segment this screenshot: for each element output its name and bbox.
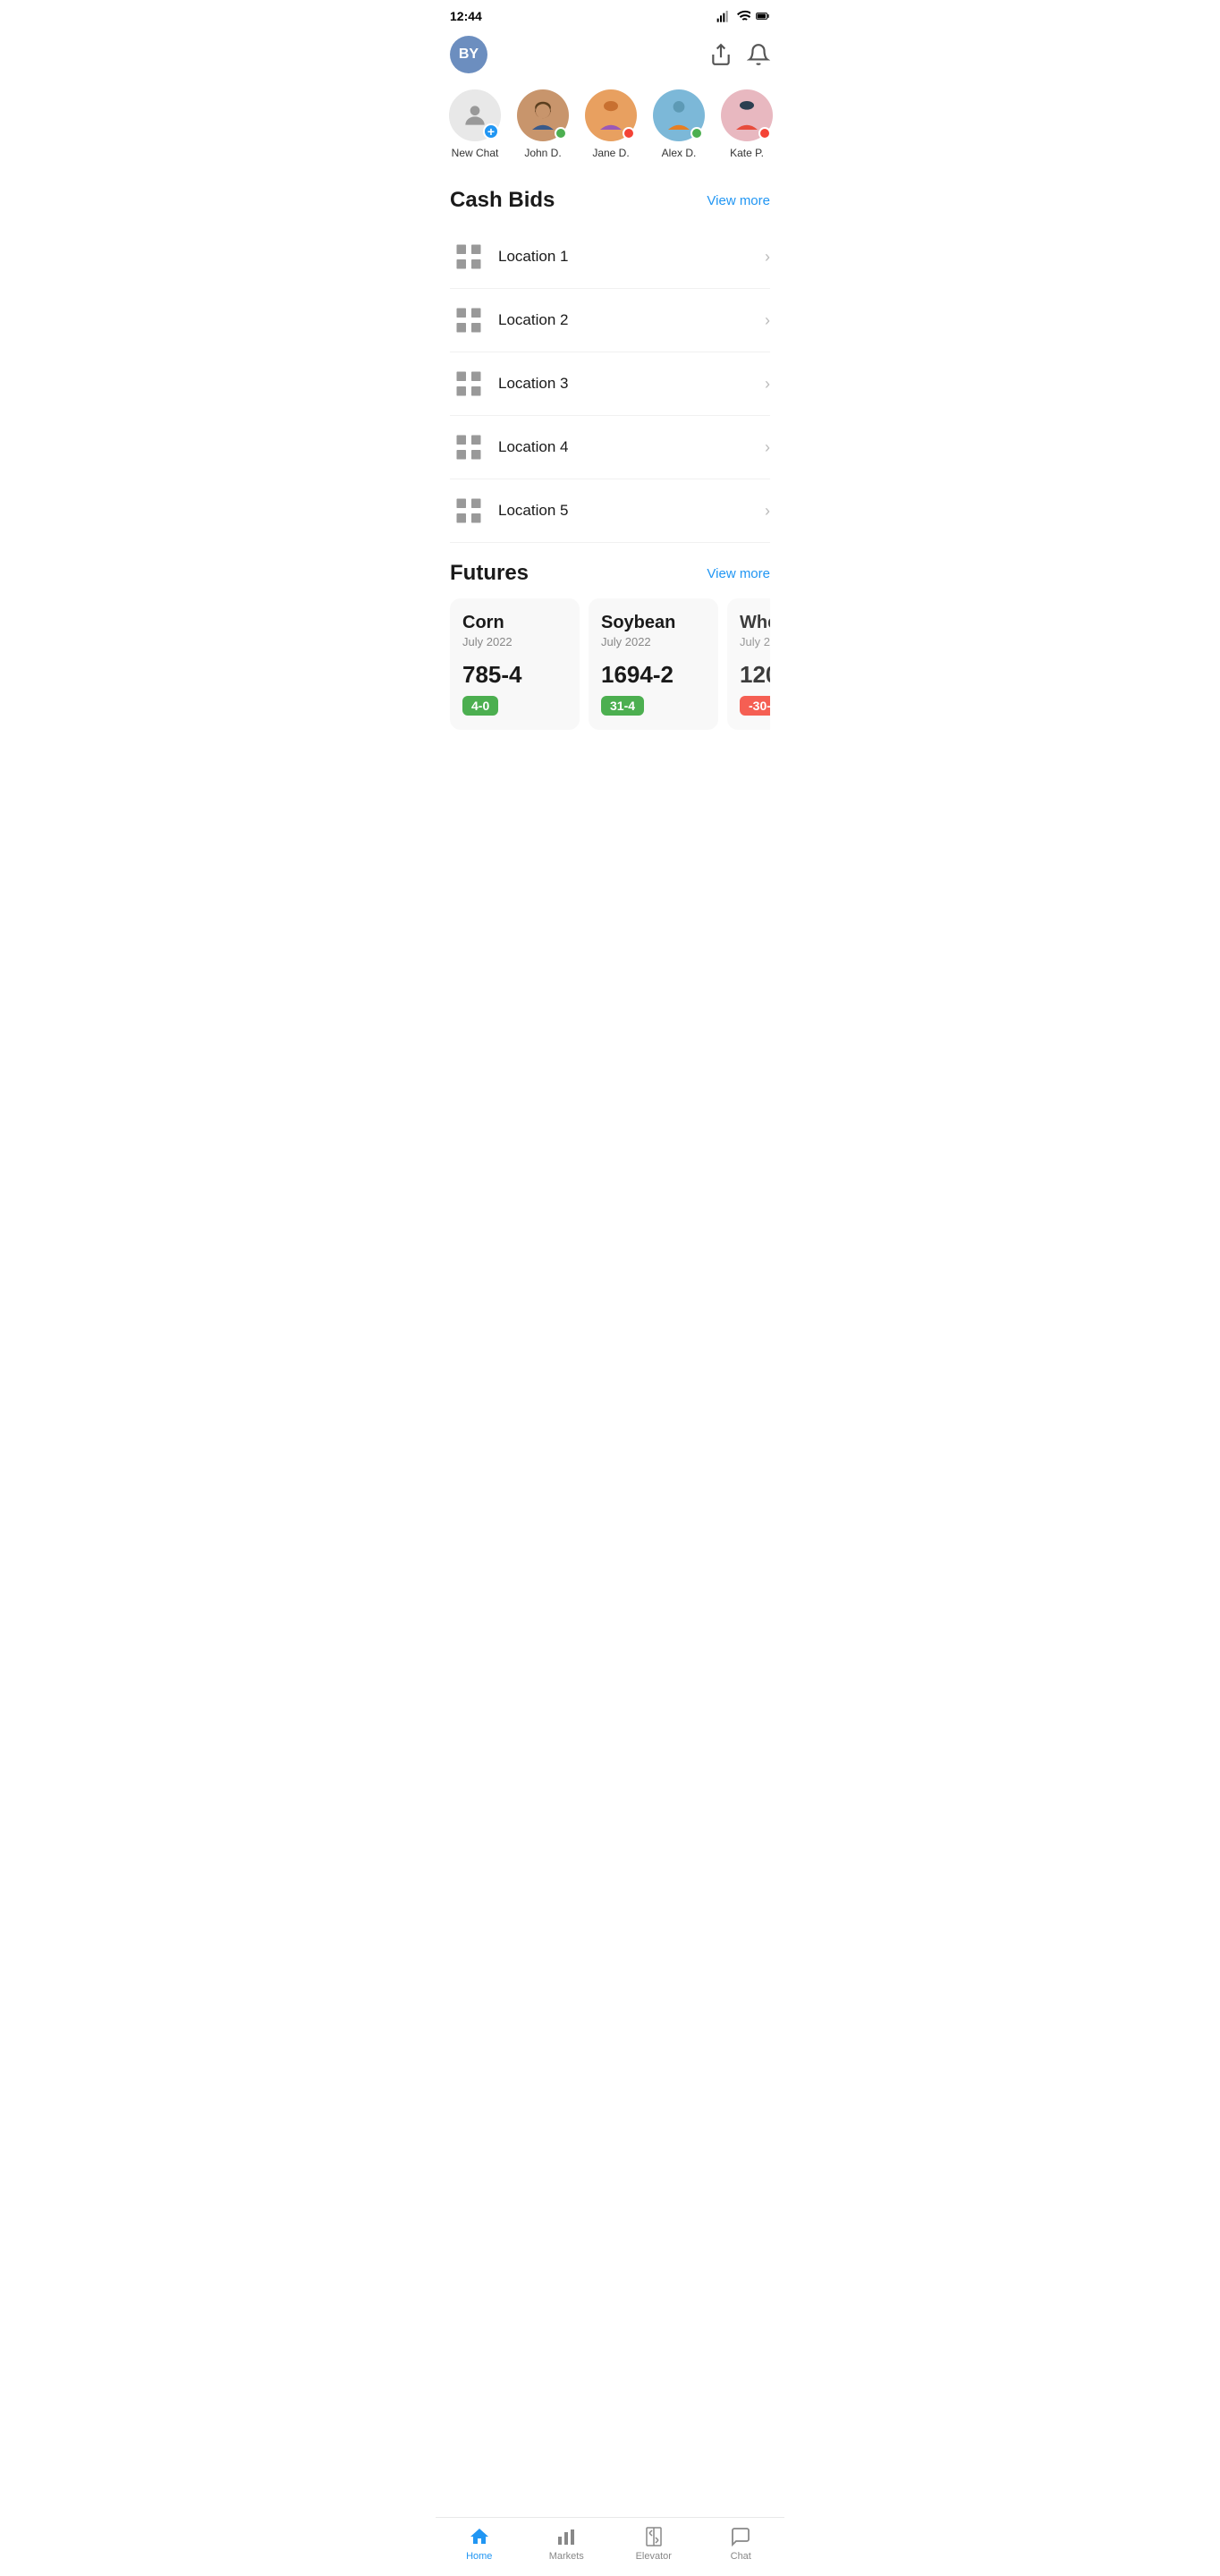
- chevron-right-icon-4: ›: [765, 438, 770, 457]
- nav-home-label: Home: [466, 2551, 492, 2562]
- contact-alex[interactable]: Alex D.: [645, 89, 713, 159]
- corn-month: July 2022: [462, 635, 567, 648]
- alex-status-dot: [690, 127, 703, 140]
- wheat-commodity: Whea...: [740, 613, 770, 633]
- location-1-item[interactable]: Location 1 ›: [450, 225, 770, 289]
- bottom-nav: Home Markets Elevator Chat: [436, 2517, 784, 2576]
- building-icon-2: [450, 301, 487, 339]
- user-avatar[interactable]: BY: [450, 36, 487, 73]
- corn-commodity: Corn: [462, 613, 567, 633]
- nav-markets[interactable]: Markets: [538, 2525, 595, 2562]
- building-icon-3: [450, 365, 487, 402]
- futures-card-soybean[interactable]: Soybean July 2022 1694-2 31-4: [589, 598, 718, 730]
- signal-icon: [716, 9, 731, 23]
- soybean-price: 1694-2: [601, 661, 706, 689]
- building-icon-1: [450, 238, 487, 275]
- location-2-item[interactable]: Location 2 ›: [450, 289, 770, 352]
- chevron-right-icon-1: ›: [765, 248, 770, 267]
- futures-card-wheat[interactable]: Whea... July 2022... 1200- -30-6: [727, 598, 770, 730]
- building-icon-5: [450, 492, 487, 530]
- nav-elevator[interactable]: Elevator: [625, 2525, 682, 2562]
- soybean-change-badge: 31-4: [601, 696, 644, 716]
- location-2-name: Location 2: [498, 311, 568, 329]
- location-5-item[interactable]: Location 5 ›: [450, 479, 770, 543]
- share-icon[interactable]: [709, 43, 733, 66]
- location-3-name: Location 3: [498, 375, 568, 393]
- john-label: John D.: [524, 147, 561, 159]
- status-bar: 12:44: [436, 0, 784, 29]
- futures-title: Futures: [450, 561, 529, 586]
- soybean-month: July 2022: [601, 635, 706, 648]
- contact-jane[interactable]: Jane D.: [577, 89, 645, 159]
- contact-new-chat[interactable]: + New Chat: [441, 89, 509, 159]
- markets-icon: [555, 2525, 578, 2548]
- bell-icon[interactable]: [747, 43, 770, 66]
- futures-header: Futures View more: [450, 561, 770, 586]
- wifi-icon: [736, 9, 750, 23]
- nav-home[interactable]: Home: [451, 2525, 508, 2562]
- location-4-name: Location 4: [498, 438, 568, 456]
- contacts-row: + New Chat John D.: [436, 82, 784, 174]
- location-4-item[interactable]: Location 4 ›: [450, 416, 770, 479]
- elevator-icon: [642, 2525, 665, 2548]
- john-status-dot: [555, 127, 567, 140]
- battery-icon: [756, 9, 770, 23]
- corn-change-badge: 4-0: [462, 696, 498, 716]
- nav-chat[interactable]: Chat: [712, 2525, 769, 2562]
- nav-chat-label: Chat: [731, 2551, 751, 2562]
- status-time: 12:44: [450, 9, 482, 23]
- jane-label: Jane D.: [592, 147, 629, 159]
- futures-cards: Corn July 2022 785-4 4-0 Soybean July 20…: [450, 598, 770, 741]
- chevron-right-icon-3: ›: [765, 375, 770, 394]
- building-icon-4: [450, 428, 487, 466]
- corn-price: 785-4: [462, 661, 567, 689]
- contact-kate[interactable]: Kate P.: [713, 89, 781, 159]
- futures-view-more[interactable]: View more: [707, 566, 770, 581]
- location-1-name: Location 1: [498, 248, 568, 266]
- soybean-commodity: Soybean: [601, 613, 706, 633]
- chevron-right-icon-5: ›: [765, 502, 770, 521]
- cash-bids-title: Cash Bids: [450, 188, 555, 213]
- jane-status-dot: [623, 127, 635, 140]
- plus-icon: +: [483, 123, 499, 140]
- cash-bids-section: Cash Bids View more: [436, 174, 784, 213]
- chevron-right-icon-2: ›: [765, 311, 770, 330]
- location-3-item[interactable]: Location 3 ›: [450, 352, 770, 416]
- new-chat-label: New Chat: [452, 147, 499, 159]
- location-list: Location 1 › Location 2 ›: [436, 225, 784, 543]
- header-icons: [709, 43, 770, 66]
- status-icons: [716, 9, 770, 23]
- chat-icon: [729, 2525, 752, 2548]
- wheat-change-badge: -30-6: [740, 696, 770, 716]
- wheat-price: 1200-: [740, 661, 770, 689]
- alex-label: Alex D.: [662, 147, 697, 159]
- nav-markets-label: Markets: [549, 2551, 584, 2562]
- wheat-month: July 2022...: [740, 635, 770, 648]
- kate-status-dot: [758, 127, 771, 140]
- kate-label: Kate P.: [730, 147, 764, 159]
- futures-card-corn[interactable]: Corn July 2022 785-4 4-0: [450, 598, 580, 730]
- location-5-name: Location 5: [498, 502, 568, 520]
- futures-section: Futures View more Corn July 2022 785-4 4…: [436, 543, 784, 741]
- cash-bids-header: Cash Bids View more: [450, 188, 770, 213]
- home-icon: [468, 2525, 491, 2548]
- nav-elevator-label: Elevator: [636, 2551, 672, 2562]
- cash-bids-view-more[interactable]: View more: [707, 193, 770, 208]
- contact-john[interactable]: John D.: [509, 89, 577, 159]
- header: BY: [436, 29, 784, 82]
